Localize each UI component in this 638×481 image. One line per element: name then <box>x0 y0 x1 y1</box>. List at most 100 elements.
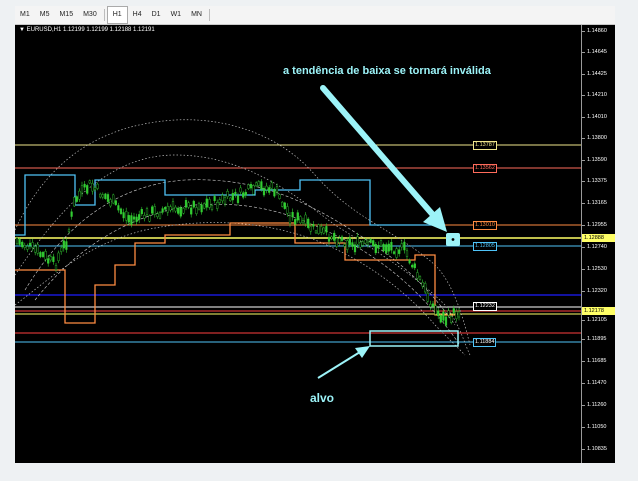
candle-body <box>278 194 281 199</box>
candle-body <box>418 276 422 280</box>
price-tick: 1.13800 <box>582 135 607 141</box>
candle-body <box>356 236 359 245</box>
price-tick: 1.11895 <box>581 336 607 342</box>
candle-body <box>182 208 185 214</box>
candle-body <box>450 316 453 323</box>
candle-body <box>200 204 203 213</box>
level-label: 1.12232 <box>473 302 497 311</box>
price-scale[interactable]: 1.14860 1.14645 1.14425 1.14210 1.14010 … <box>581 25 615 463</box>
candle-body <box>221 195 224 202</box>
candle-body <box>216 202 219 209</box>
price-tick: 1.10835 <box>582 446 607 452</box>
candle-body <box>192 200 195 208</box>
candle-body <box>96 183 99 189</box>
candle-body <box>366 241 370 245</box>
candle-body <box>403 241 406 251</box>
timeframe-d1[interactable]: D1 <box>147 7 166 23</box>
candle-body <box>169 206 172 211</box>
candle-body <box>320 226 323 233</box>
candle-body <box>439 315 442 323</box>
candle-body <box>91 183 94 192</box>
candle-body <box>252 185 255 195</box>
candle-body <box>307 218 310 228</box>
candle-body <box>372 240 375 247</box>
timeframe-w1[interactable]: W1 <box>166 7 187 23</box>
candle-body <box>244 191 247 196</box>
candle-body <box>197 202 201 210</box>
toolbar-separator <box>208 9 210 21</box>
timeframe-h1[interactable]: H1 <box>106 6 128 24</box>
envelope-inner <box>24 179 456 326</box>
price-tick: 1.14860 <box>582 28 607 34</box>
candle-body <box>236 195 240 203</box>
chart-window[interactable]: ▼ EURUSD,H1 1.12199 1.12199 1.12188 1.12… <box>15 25 615 463</box>
candle-body <box>429 304 432 308</box>
candle-body <box>416 272 419 279</box>
candle-body <box>424 283 427 293</box>
candle-body <box>455 311 458 319</box>
candle-body <box>208 199 211 208</box>
candle-body <box>426 292 429 302</box>
candle-body <box>333 232 336 241</box>
candle-body <box>392 251 396 254</box>
candle-body <box>83 183 86 188</box>
candle-body <box>127 215 130 223</box>
candle-body <box>340 236 344 241</box>
candle-body <box>190 207 193 215</box>
candle-body <box>70 211 73 217</box>
candle-body <box>400 243 403 248</box>
candle-body <box>114 200 117 205</box>
candle-body <box>260 181 263 190</box>
candle-body <box>36 244 39 254</box>
annotation-arrow-shaft <box>320 85 443 226</box>
candle-body <box>247 184 250 189</box>
candle-body <box>203 203 206 209</box>
candle-body <box>335 238 338 247</box>
candle-body <box>177 207 180 214</box>
timeframe-m1[interactable]: M1 <box>15 7 35 23</box>
candle-body <box>151 206 154 214</box>
candle-body <box>242 192 245 198</box>
candle-body <box>359 241 362 248</box>
candle-body <box>54 265 58 270</box>
candle-body <box>301 220 305 224</box>
price-tick: 1.13590 <box>582 157 607 163</box>
candle-body <box>369 238 372 243</box>
chart-header: ▼ EURUSD,H1 1.12199 1.12199 1.12188 1.12… <box>19 27 155 33</box>
price-tick: 1.12320 <box>582 288 607 294</box>
timeframe-m30[interactable]: M30 <box>78 7 102 23</box>
price-tick: 1.11050 <box>581 424 607 430</box>
candle-body <box>413 263 416 269</box>
candle-body <box>47 258 50 264</box>
target-arrow-shaft <box>317 351 361 379</box>
annotation-invalid-trend: a tendência de baixa se tornará inválida <box>283 65 491 77</box>
candle-body <box>140 209 143 215</box>
candle-body <box>270 182 273 189</box>
timeframe-mn[interactable]: MN <box>186 7 207 23</box>
collapse-icon[interactable]: ▼ <box>19 27 27 33</box>
ohlc-values: 1.12199 1.12199 1.12188 1.12191 <box>62 27 155 33</box>
candle-body <box>148 215 151 222</box>
candle-body <box>26 246 29 250</box>
candlestick-series[interactable] <box>15 179 461 327</box>
timeframe-h4[interactable]: H4 <box>128 7 147 23</box>
candle-body <box>31 242 34 248</box>
candle-body <box>78 190 81 200</box>
candle-body <box>75 196 78 202</box>
timeframe-toolbar: M1 M5 M15 M30 H1 H4 D1 W1 MN <box>15 6 615 25</box>
candle-body <box>268 187 271 193</box>
candle-body <box>390 241 393 251</box>
price-tick: 1.12955 <box>582 222 607 228</box>
candle-body <box>374 243 377 254</box>
envelope-lower <box>15 222 466 356</box>
candle-body <box>226 191 229 197</box>
candle-body <box>309 226 312 232</box>
timeframe-m15[interactable]: M15 <box>54 7 78 23</box>
candle-body <box>281 201 284 207</box>
timeframe-m5[interactable]: M5 <box>35 7 55 23</box>
candle-body <box>21 241 24 248</box>
price-tick: 1.12740 <box>582 244 607 250</box>
candle-body <box>325 226 328 233</box>
candle-body <box>288 215 292 224</box>
price-tick: 1.14425 <box>582 71 607 77</box>
